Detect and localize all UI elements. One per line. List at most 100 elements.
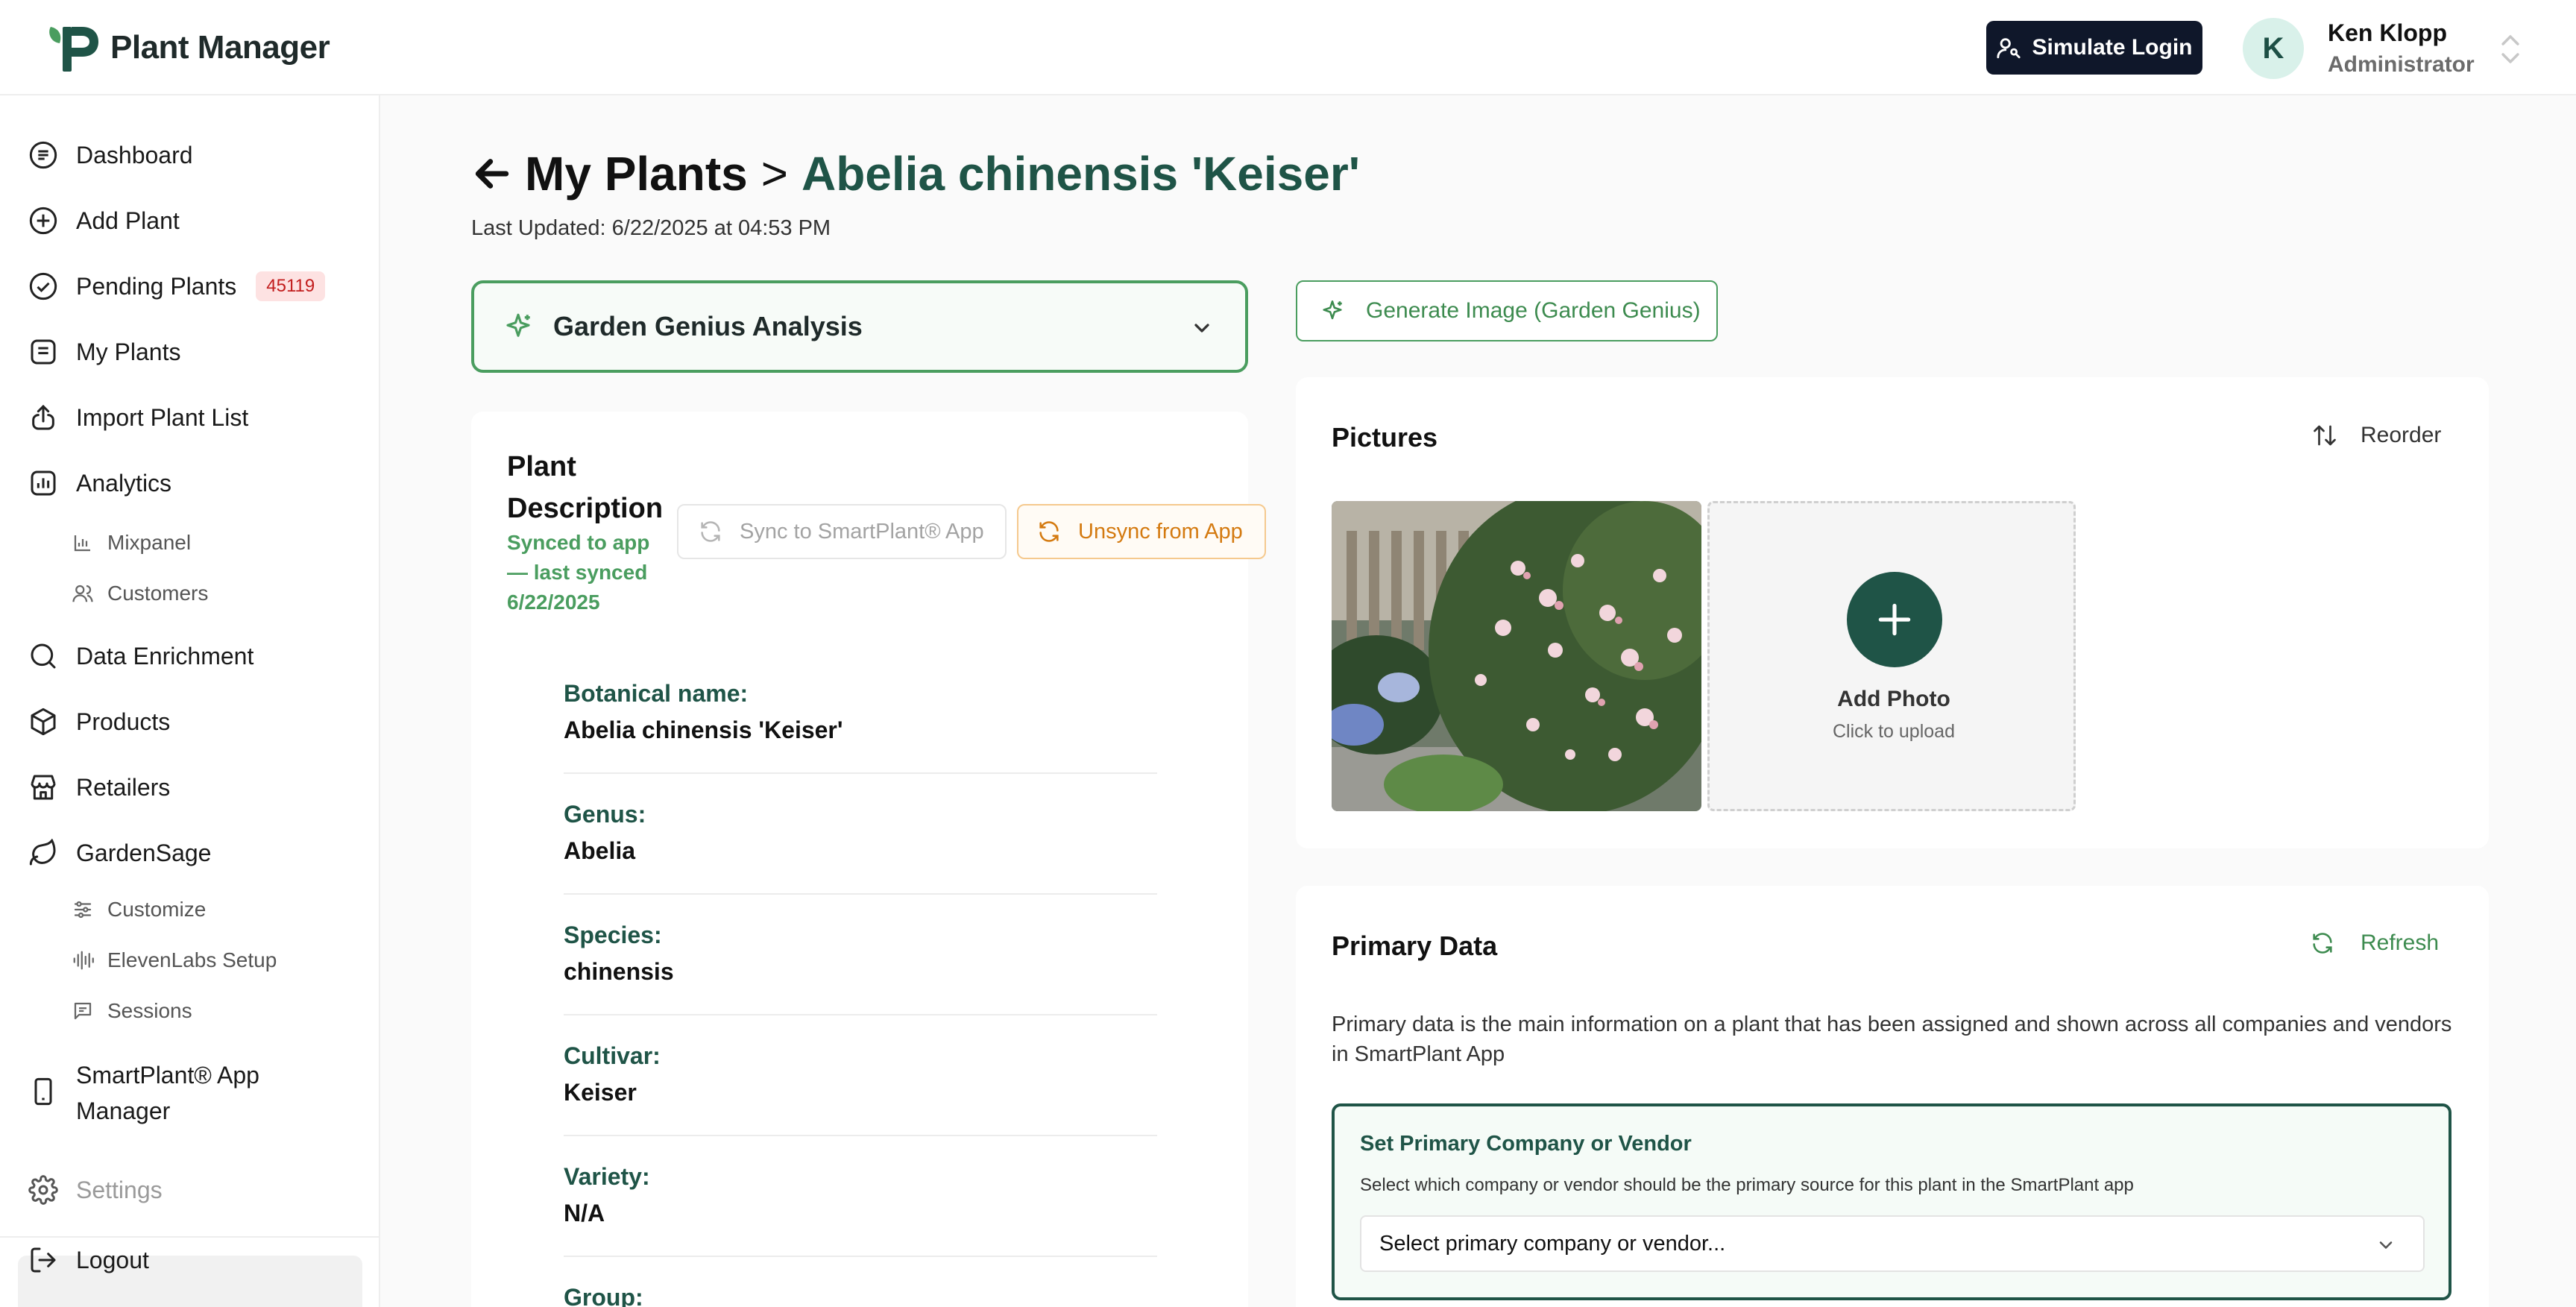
sidebar-subitem-elevenlabs-setup[interactable]: ElevenLabs Setup [72,948,277,972]
sidebar-subitem-label: Mixpanel [107,531,192,554]
field-value: chinensis [564,958,674,985]
primary-data-description: Primary data is the main information on … [1332,1012,2452,1066]
list-icon [31,339,56,365]
check-circle-icon [29,272,57,300]
sidebar-item-my-plants[interactable]: My Plants [27,336,180,368]
sidebar-item-pending-plants[interactable]: Pending Plants 45119 [27,270,326,303]
sidebar-item-import-plant-list[interactable]: Import Plant List [27,401,248,434]
sidebar-item-smartplant-app-manager[interactable]: SmartPlant® App Manager [27,1057,259,1129]
leaf-icon [29,838,56,866]
sidebar-item-label-line2: Manager [76,1097,171,1124]
title-line: Plant [507,451,576,482]
sidebar-item-label: Pending Plants [76,272,237,300]
field-label: Group: [564,1284,643,1307]
title-line: Description [507,493,664,524]
pictures-title: Pictures [1332,422,1438,453]
sidebar-item-label: Retailers [76,773,171,801]
sync-status-line: — last synced [507,561,648,584]
simulate-login-label: Simulate Login [2032,35,2193,60]
upload-icon [32,404,54,430]
sidebar-subitem-customers[interactable]: Customers [72,582,208,605]
sidebar-item-label: SmartPlant® App [76,1062,259,1089]
chat-icon [74,1002,92,1020]
chart-icon [31,470,56,496]
back-arrow-icon[interactable] [471,153,513,195]
sidebar-item-logout[interactable]: Logout [27,1244,149,1276]
field-variety: Variety: N/A [564,1163,1157,1227]
field-genus: Genus: Abelia [564,801,1157,865]
sync-to-app-button[interactable]: Sync to SmartPlant® App [677,504,1007,559]
plant-photo[interactable] [1332,501,1701,811]
plant-name-title: Abelia chinensis 'Keiser' [801,147,1360,201]
sidebar-item-gardensage[interactable]: GardenSage [27,837,211,869]
brand-name: Plant Manager [110,29,330,66]
refresh-label: Refresh [2361,930,2440,955]
primary-vendor-title: Set Primary Company or Vendor [1360,1132,1692,1156]
field-value: Keiser [564,1079,637,1106]
divider [564,772,1157,774]
unsync-label: Unsync from App [1078,519,1243,544]
sidebar-subitem-mixpanel[interactable]: Mixpanel [72,531,191,555]
page-title: My Plants > Abelia chinensis 'Keiser' [471,146,1360,201]
sidebar-subitem-label: Customers [107,582,209,605]
sidebar-subitem-customize[interactable]: Customize [72,898,206,922]
sliders-icon [74,901,92,919]
sidebar-subitem-label: Sessions [107,999,192,1022]
phone-icon [34,1077,52,1106]
divider [564,1135,1157,1136]
add-photo-tile[interactable]: Add Photo Click to upload [1707,501,2076,811]
top-bar: Plant Manager Simulate Login K Ken Klopp… [0,0,2576,95]
sidebar-item-settings[interactable]: Settings [27,1174,163,1206]
field-label: Botanical name: [564,680,749,707]
sidebar-item-analytics[interactable]: Analytics [27,467,171,500]
simulate-login-button[interactable]: Simulate Login [1986,21,2202,75]
chevron-down-icon [2379,1241,2393,1249]
sparkle-icon [1323,300,1342,320]
sync-status-line: 6/22/2025 [507,590,600,614]
user-name[interactable]: Ken Klopp [2328,19,2447,47]
generate-image-button[interactable]: Generate Image (Garden Genius) [1296,280,1718,341]
add-photo-sublabel: Click to upload [1833,721,1955,742]
sidebar-item-label: Products [76,708,171,735]
breadcrumb-my-plants[interactable]: My Plants [525,146,748,201]
user-role: Administrator [2328,52,2475,77]
field-label: Variety: [564,1163,650,1190]
field-label: Species: [564,922,662,948]
users-icon [72,585,93,602]
field-botanical-name: Botanical name: Abelia chinensis 'Keiser… [564,680,1157,744]
field-label: Genus: [564,801,646,828]
sidebar-item-data-enrichment[interactable]: Data Enrichment [27,640,253,673]
sidebar-item-label: Settings [76,1176,163,1203]
refresh-icon [2313,933,2332,954]
sidebar-subitem-sessions[interactable]: Sessions [72,999,192,1023]
chevron-up-down-icon[interactable] [2498,31,2523,67]
audio-wave-icon [73,951,94,970]
gear-icon [28,1175,58,1205]
unsync-from-app-button[interactable]: Unsync from App [1017,504,1266,559]
sidebar-divider [0,1236,380,1238]
search-icon [31,643,56,669]
sidebar-item-products[interactable]: Products [27,705,170,738]
sidebar-item-label: GardenSage [76,839,212,866]
generate-image-label: Generate Image (Garden Genius) [1366,298,1701,323]
user-key-icon [1997,38,2021,59]
sidebar-item-dashboard[interactable]: Dashboard [27,139,193,171]
sidebar-item-label: Import Plant List [76,403,249,431]
field-species: Species: chinensis [564,922,1157,986]
sidebar-item-add-plant[interactable]: Add Plant [27,204,180,237]
reorder-button[interactable]: Reorder [2311,422,2441,449]
primary-vendor-select[interactable]: Select primary company or vendor... [1360,1215,2425,1272]
divider [564,1256,1157,1257]
sidebar-item-label: Add Plant [76,207,180,234]
sidebar-item-label: My Plants [76,338,181,365]
garden-genius-analysis-toggle[interactable]: Garden Genius Analysis [471,280,1248,373]
refresh-button[interactable]: Refresh [2310,930,2439,956]
sync-status: Synced to app — last synced 6/22/2025 [507,528,671,617]
brand[interactable]: Plant Manager [46,22,330,73]
sidebar-item-retailers[interactable]: Retailers [27,771,170,804]
sidebar-subitem-label: Customize [107,898,207,921]
avatar[interactable]: K [2243,18,2304,79]
plus-circle-icon [29,207,57,235]
sidebar-item-label: Logout [76,1246,149,1273]
plant-photo-image [1332,501,1701,811]
